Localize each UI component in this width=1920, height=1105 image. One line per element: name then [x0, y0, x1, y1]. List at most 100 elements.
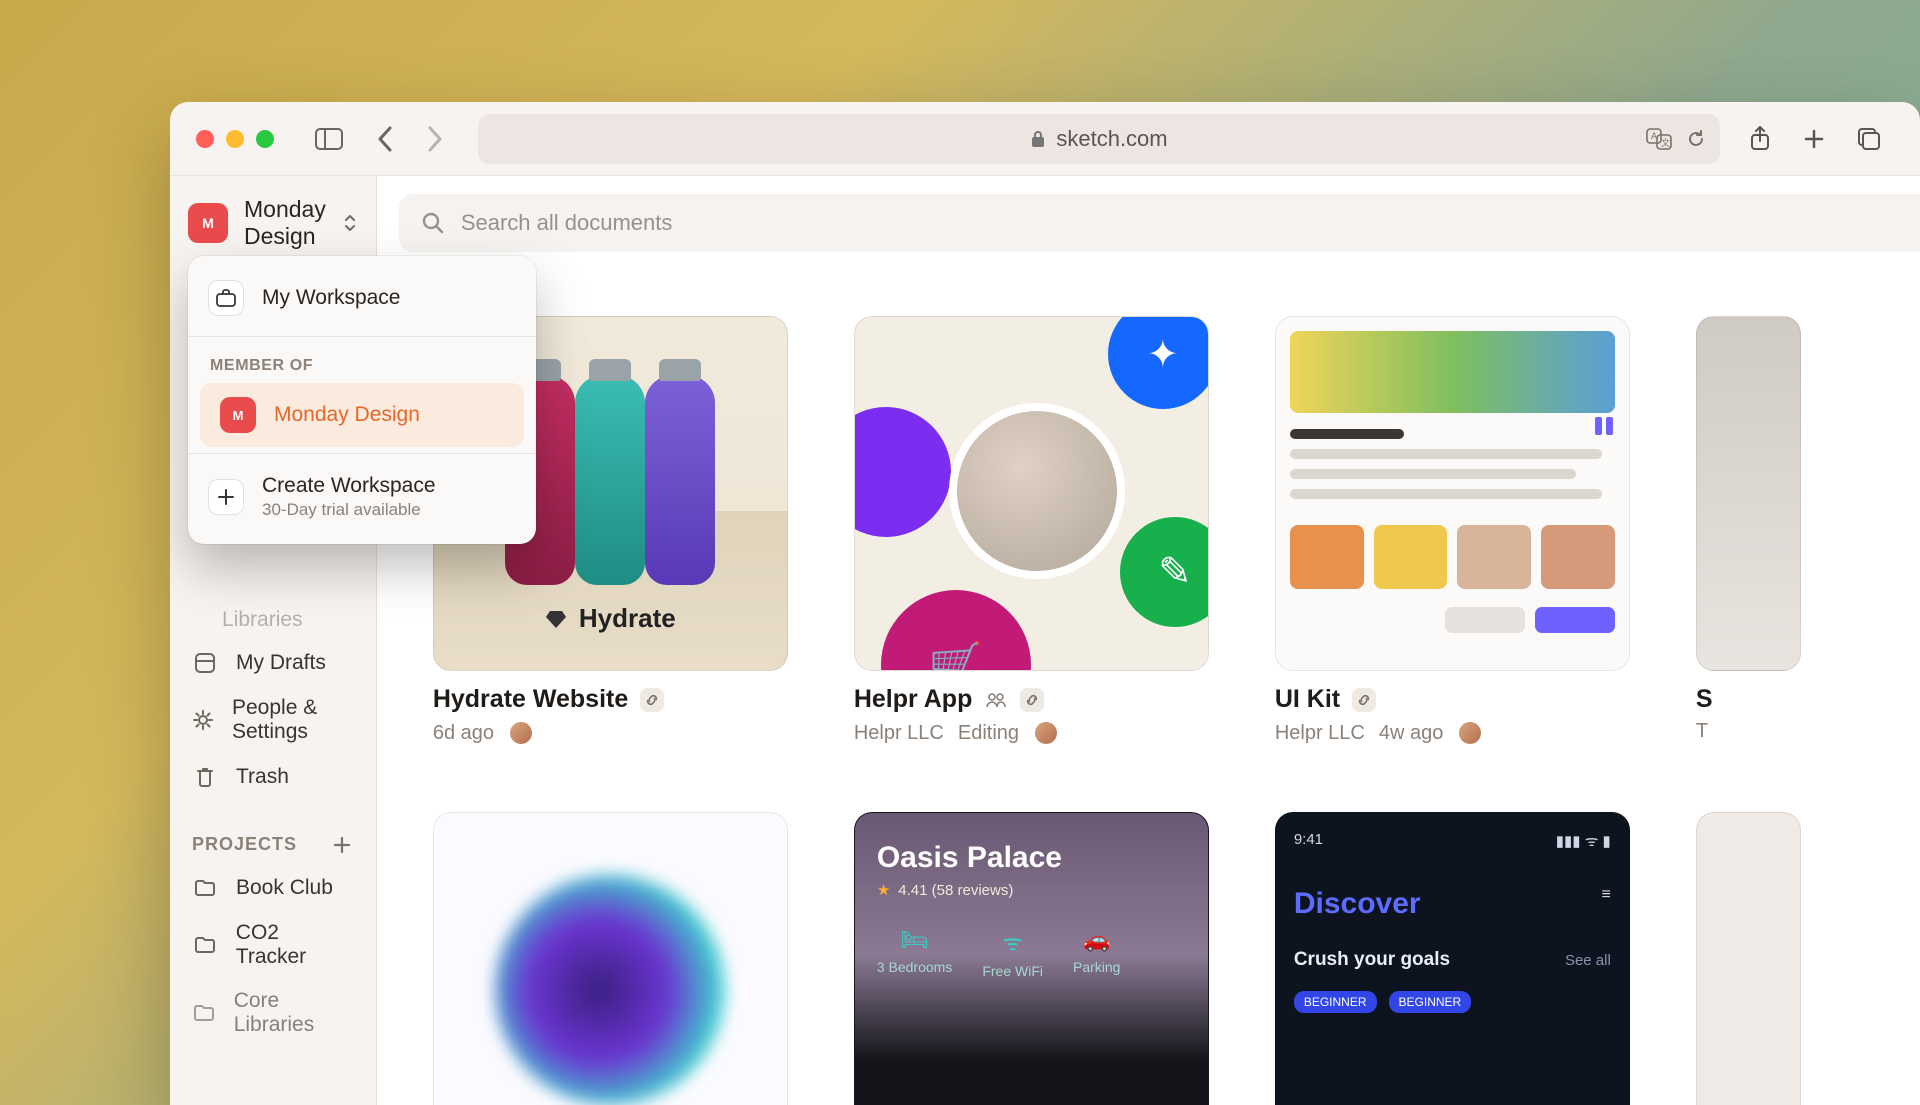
document-card[interactable]: [433, 812, 788, 1105]
projects-header: PROJECTS: [170, 800, 376, 865]
dropdown-section-header: MEMBER OF: [188, 343, 536, 383]
document-thumbnail: Oasis Palace ★4.41 (58 reviews) 🛏3 Bedro…: [854, 812, 1209, 1105]
address-bar[interactable]: sketch.com A文: [478, 114, 1720, 164]
nav-arrows: [370, 124, 450, 154]
svg-text:文: 文: [1661, 137, 1670, 148]
diamond-icon: [545, 609, 567, 629]
document-title: Helpr App: [854, 685, 973, 714]
sidebar-item-settings[interactable]: People & Settings: [170, 686, 376, 754]
project-name: CO2 Tracker: [236, 921, 354, 969]
document-card[interactable]: [1696, 812, 1801, 1105]
add-project-button[interactable]: [332, 835, 352, 855]
project-item[interactable]: CO2 Tracker: [170, 911, 376, 979]
window-controls: [196, 130, 274, 148]
sidebar-item-drafts[interactable]: My Drafts: [170, 640, 376, 686]
star-icon: ★: [877, 881, 890, 899]
workspace-name: Monday Design: [244, 196, 326, 250]
car-icon: 🚗: [1083, 927, 1110, 953]
dropdown-item-label: My Workspace: [262, 286, 400, 310]
folder-icon: [192, 932, 218, 958]
svg-text:A: A: [1651, 131, 1657, 141]
sidebar-item-label: Trash: [236, 765, 289, 789]
maximize-window-button[interactable]: [256, 130, 274, 148]
document-thumbnail: [1696, 812, 1801, 1105]
dropdown-create-workspace[interactable]: Create Workspace 30-Day trial available: [188, 460, 536, 534]
dropdown-member-item[interactable]: M Monday Design: [200, 383, 524, 447]
link-icon: [640, 688, 664, 712]
dropdown-separator: [188, 453, 536, 454]
brush-icon: ✎: [1120, 517, 1209, 627]
document-subtext: 4w ago: [1379, 722, 1444, 745]
document-card[interactable]: S T: [1696, 316, 1801, 746]
search-input[interactable]: [461, 210, 1920, 236]
gear-icon: [192, 707, 214, 733]
project-item[interactable]: Core Libraries: [170, 979, 376, 1047]
document-thumbnail: [433, 812, 788, 1105]
workspace-dropdown: My Workspace MEMBER OF M Monday Design C…: [188, 256, 536, 544]
dropdown-item-label: Monday Design: [274, 403, 420, 427]
reload-icon[interactable]: [1686, 129, 1706, 149]
new-tab-icon[interactable]: [1802, 127, 1826, 151]
cart-icon: 🛒: [881, 590, 1031, 671]
bed-icon: 🛏: [901, 927, 929, 953]
document-subtext: Helpr LLC: [854, 722, 944, 745]
document-title: S: [1696, 685, 1713, 714]
document-thumbnail: 9:41 ▮▮▮ ᯤ ▮ Discover ≡ Crush your goals…: [1275, 812, 1630, 1105]
project-name: Core Libraries: [234, 989, 354, 1037]
avatar: [508, 720, 534, 746]
titlebar: sketch.com A文: [170, 102, 1920, 176]
chevron-updown-icon: [342, 212, 358, 234]
drafts-icon: [192, 650, 218, 676]
document-thumbnail: ✦ ✎ 🛒: [854, 316, 1209, 671]
share-icon[interactable]: [1748, 125, 1772, 153]
document-thumbnail: [1275, 316, 1630, 671]
back-button[interactable]: [370, 124, 400, 154]
discover-title: Discover: [1294, 887, 1421, 921]
document-card[interactable]: UI Kit Helpr LLC 4w ago: [1275, 316, 1630, 746]
avatar: [1033, 720, 1059, 746]
minimize-window-button[interactable]: [226, 130, 244, 148]
document-card[interactable]: 9:41 ▮▮▮ ᯤ ▮ Discover ≡ Crush your goals…: [1275, 812, 1630, 1105]
profile-photo: [949, 403, 1125, 579]
workspace-selector[interactable]: M Monday Design: [188, 194, 358, 252]
dropdown-my-workspace[interactable]: My Workspace: [188, 266, 536, 330]
dropdown-separator: [188, 336, 536, 337]
document-card[interactable]: Oasis Palace ★4.41 (58 reviews) 🛏3 Bedro…: [854, 812, 1209, 1105]
forward-button[interactable]: [420, 124, 450, 154]
plus-icon: [208, 479, 244, 515]
sidebar-item-libraries[interactable]: Libraries: [170, 608, 376, 632]
main-content: Options Hydrate: [377, 176, 1920, 1105]
folder-icon: [192, 875, 218, 901]
document-thumbnail: [1696, 316, 1801, 671]
briefcase-icon: [208, 280, 244, 316]
collaborators-icon: [984, 688, 1008, 712]
sidebar: M Monday Design My Workspace MEMBER OF M: [170, 176, 377, 1105]
close-window-button[interactable]: [196, 130, 214, 148]
translate-icon[interactable]: A文: [1646, 128, 1672, 150]
link-icon: [1352, 688, 1376, 712]
wifi-icon: ᯤ: [1003, 927, 1023, 957]
sidebar-item-label: My Drafts: [236, 651, 326, 675]
url-text: sketch.com: [1056, 126, 1167, 152]
search-box[interactable]: Options: [399, 194, 1920, 252]
document-title: UI Kit: [1275, 685, 1340, 714]
tabs-overview-icon[interactable]: [1856, 126, 1882, 152]
document-title: Hydrate Website: [433, 685, 628, 714]
workspace-badge-icon: M: [188, 203, 228, 243]
dropdown-item-sublabel: 30-Day trial available: [262, 500, 436, 520]
documents-grid: Hydrate Hydrate Website 6d ago: [377, 252, 1920, 1105]
search-icon: [421, 211, 445, 235]
oasis-title: Oasis Palace: [877, 841, 1186, 875]
sidebar-toggle-icon[interactable]: [314, 124, 344, 154]
project-name: Book Club: [236, 876, 333, 900]
signal-icon: ▮▮▮ ᯤ ▮: [1556, 831, 1611, 851]
project-item[interactable]: Book Club: [170, 865, 376, 911]
sidebar-item-trash[interactable]: Trash: [170, 754, 376, 800]
sidebar-item-label: People & Settings: [232, 696, 354, 744]
avatar: [1457, 720, 1483, 746]
document-card[interactable]: ✦ ✎ 🛒 Helpr App Helpr LLC: [854, 316, 1209, 746]
lock-icon: [1030, 130, 1046, 148]
sidebar-nav: Libraries My Drafts People & Settings Tr…: [170, 608, 376, 1047]
filter-icon: ≡: [1601, 886, 1610, 904]
link-icon: [1020, 688, 1044, 712]
